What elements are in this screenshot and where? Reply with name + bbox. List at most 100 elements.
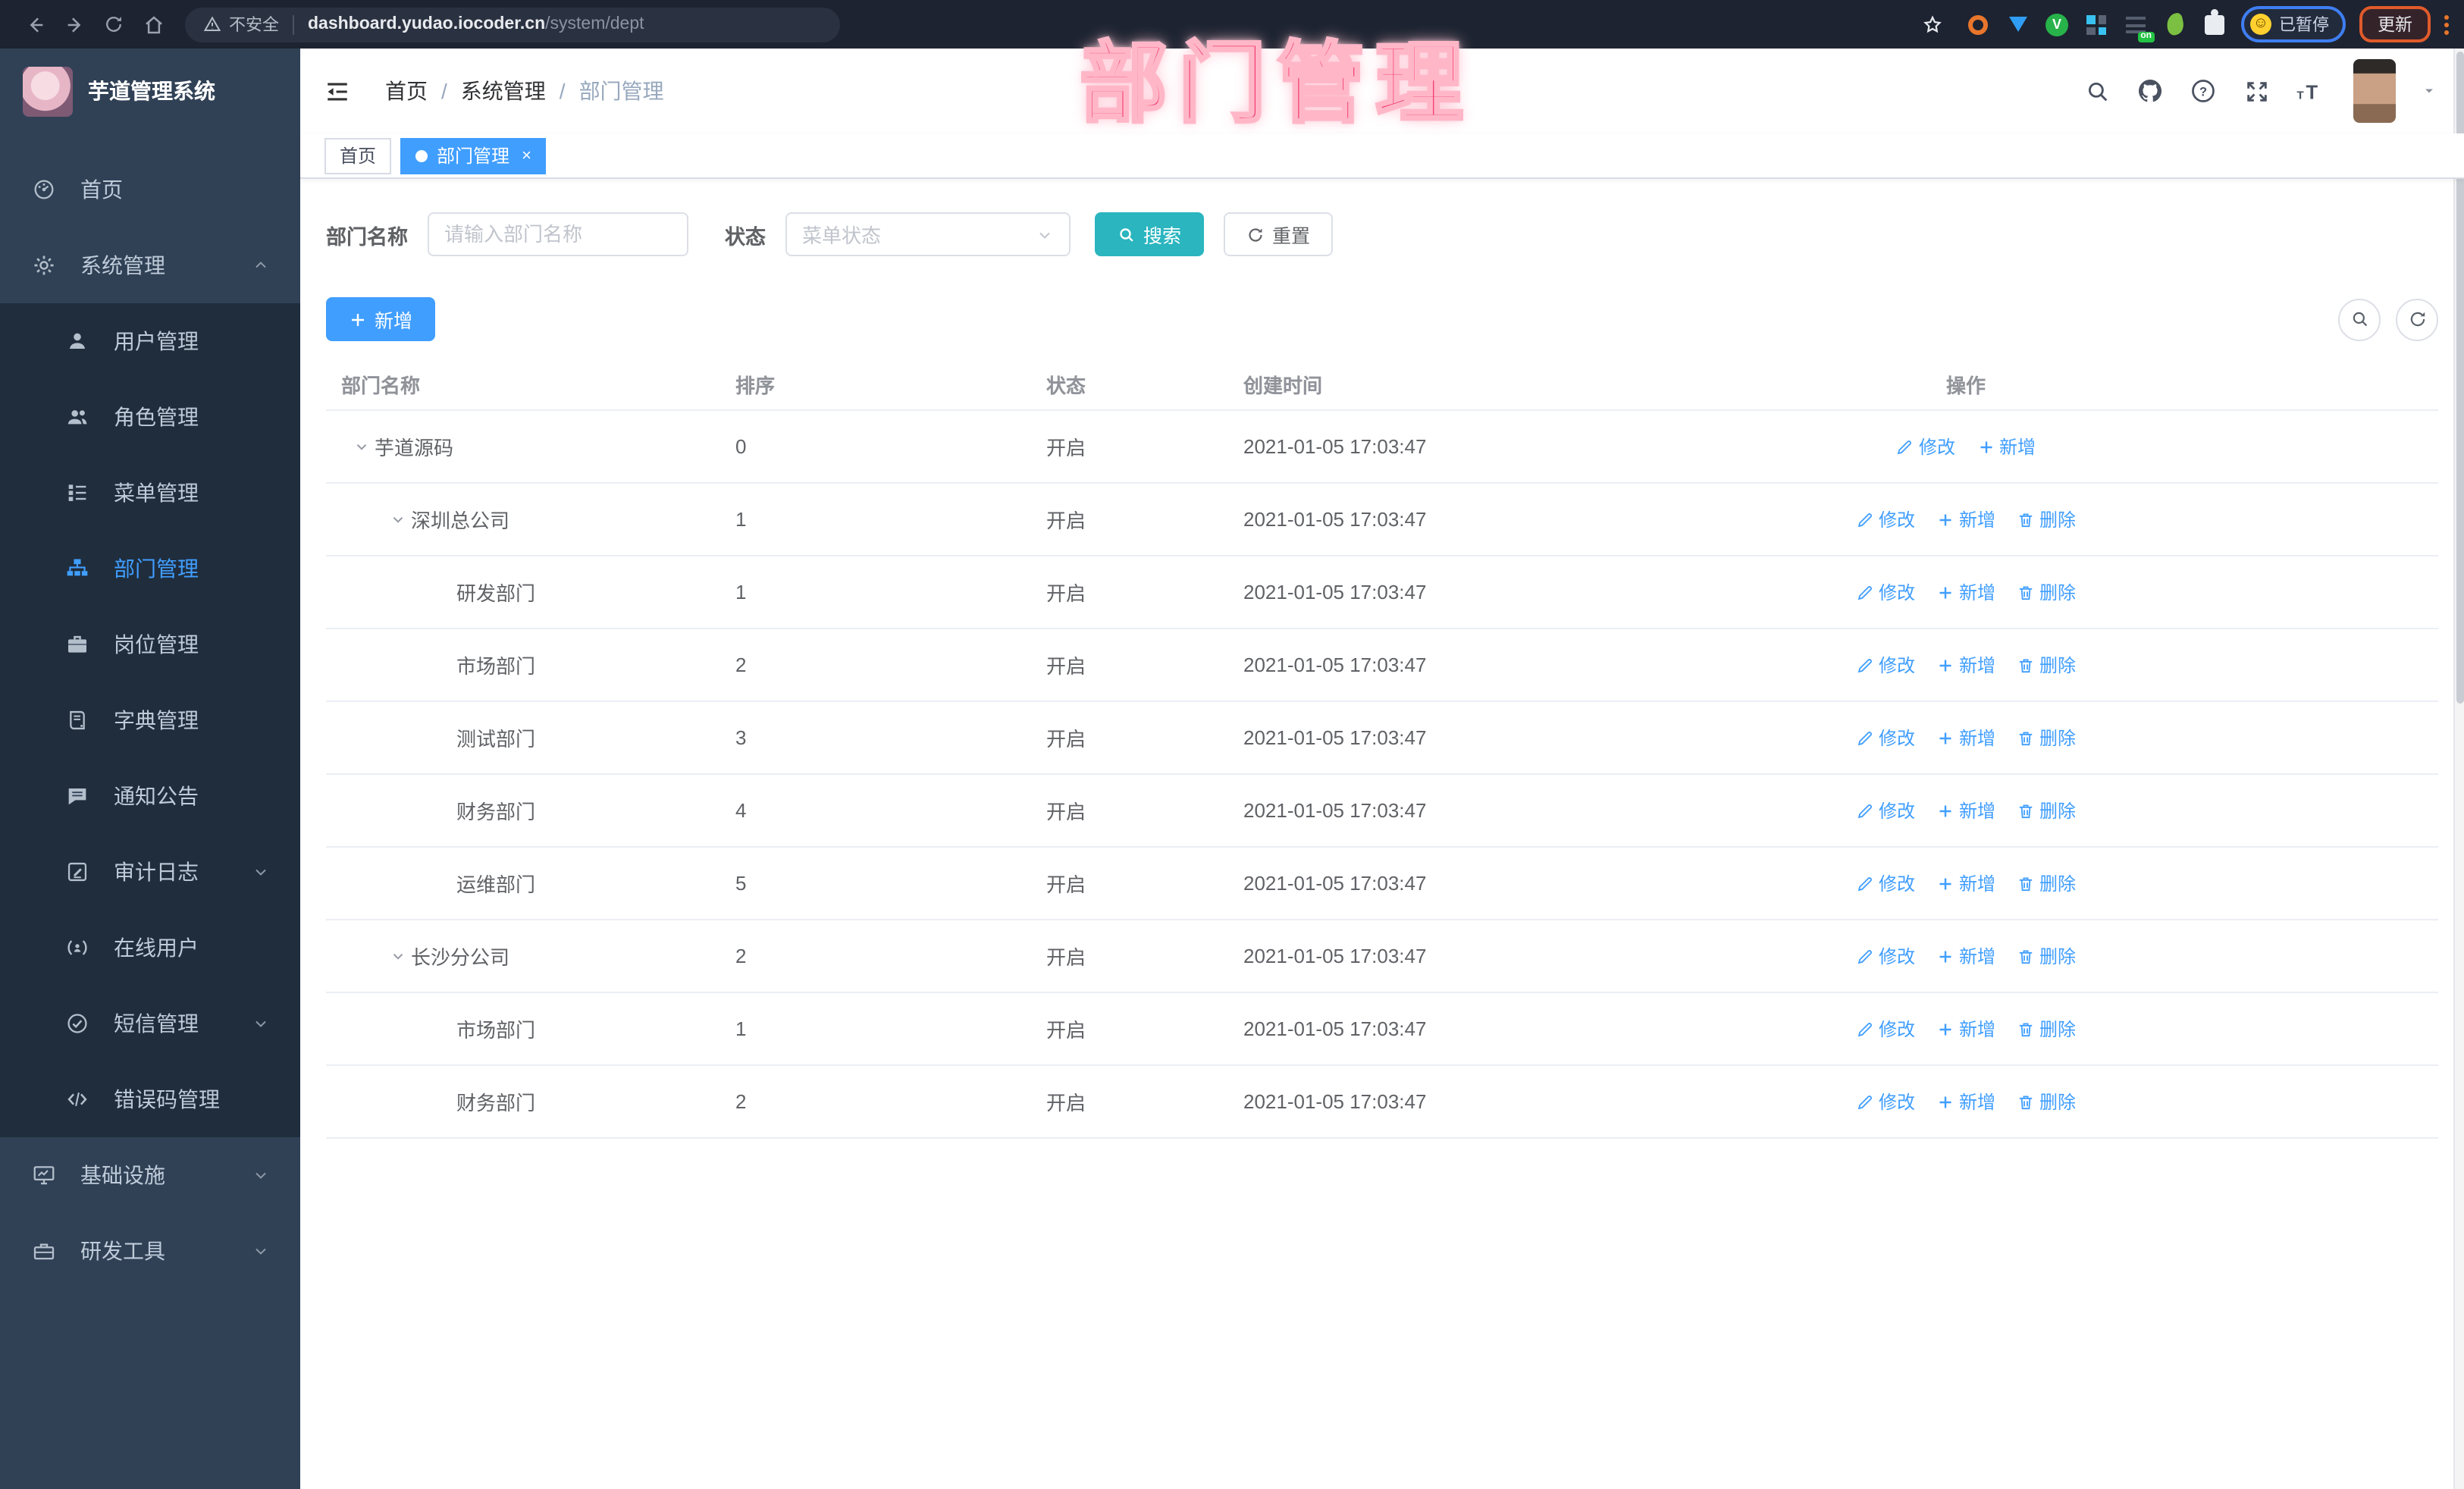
sidebar-item-9[interactable]: 审计日志	[0, 834, 300, 910]
row-action-trash[interactable]: 删除	[2017, 725, 2076, 751]
row-action-plus[interactable]: 新增	[1936, 1089, 1995, 1114]
cell-created: 2021-01-05 17:03:47	[1243, 654, 1427, 676]
sidebar-item-label: 审计日志	[114, 860, 199, 884]
sidebar-item-0[interactable]: 首页	[0, 152, 300, 227]
sidebar-item-8[interactable]: 通知公告	[0, 758, 300, 834]
row-action-plus[interactable]: 新增	[1977, 434, 2036, 459]
row-action-plus[interactable]: 新增	[1936, 798, 1995, 823]
top-navbar: 首页 / 系统管理 / 部门管理 ? T T	[300, 49, 2464, 133]
row-action-plus[interactable]: 新增	[1936, 943, 1995, 969]
fullscreen-icon[interactable]	[2241, 76, 2271, 106]
app-logo-row[interactable]: 芋道管理系统	[0, 49, 300, 133]
ext-blue-drop-icon[interactable]	[2005, 11, 2030, 37]
cell-dept-name: 长沙分公司	[326, 942, 720, 970]
sidebar-item-6[interactable]: 岗位管理	[0, 607, 300, 682]
bookmark-star-icon[interactable]	[1912, 8, 1951, 41]
row-action-trash[interactable]: 删除	[2017, 652, 2076, 678]
tree-expand-icon[interactable]	[347, 438, 375, 455]
tag-label: 部门管理	[437, 146, 510, 167]
row-action-plus[interactable]: 新增	[1936, 725, 1995, 751]
profile-paused-badge[interactable]: ☺ 已暂停	[2241, 6, 2346, 42]
close-icon[interactable]: ×	[522, 146, 531, 165]
window-scrollbar[interactable]	[2453, 49, 2464, 1489]
sidebar-item-4[interactable]: 菜单管理	[0, 455, 300, 531]
security-warning[interactable]: 不安全	[203, 12, 279, 36]
audit-log-icon	[61, 860, 94, 884]
breadcrumb-home[interactable]: 首页	[385, 76, 428, 106]
status-select[interactable]: 菜单状态	[785, 212, 1071, 256]
breadcrumb-system[interactable]: 系统管理	[461, 76, 546, 106]
row-action-plus[interactable]: 新增	[1936, 870, 1995, 896]
row-action-trash[interactable]: 删除	[2017, 943, 2076, 969]
sidebar-item-3[interactable]: 角色管理	[0, 379, 300, 455]
row-action-edit[interactable]: 修改	[1856, 798, 1915, 823]
row-action-trash[interactable]: 删除	[2017, 1089, 2076, 1114]
sidebar-item-13[interactable]: 基础设施	[0, 1137, 300, 1213]
row-action-edit[interactable]: 修改	[1856, 1016, 1915, 1042]
row-action-plus[interactable]: 新增	[1936, 506, 1995, 532]
ext-puzzle-icon[interactable]	[2202, 8, 2227, 37]
search-button[interactable]: 搜索	[1095, 212, 1205, 256]
row-action-trash[interactable]: 删除	[2017, 870, 2076, 896]
sidebar-item-12[interactable]: 错误码管理	[0, 1061, 300, 1137]
row-action-edit[interactable]: 修改	[1856, 943, 1915, 969]
row-action-trash[interactable]: 删除	[2017, 506, 2076, 532]
ext-list-on-icon[interactable]: on	[2123, 11, 2155, 42]
row-action-edit[interactable]: 修改	[1856, 506, 1915, 532]
search-icon[interactable]	[2082, 76, 2112, 106]
table-row: 运维部门 5 开启 2021-01-05 17:03:47 修改 新增 删除	[326, 848, 2438, 920]
show-search-toggle-button[interactable]	[2338, 298, 2381, 340]
avatar-caret-down-icon[interactable]	[2422, 83, 2437, 99]
browser-update-button[interactable]: 更新	[2359, 6, 2431, 42]
row-action-plus[interactable]: 新增	[1936, 652, 1995, 678]
tag-0[interactable]: 首页	[324, 137, 392, 174]
table-row: 芋道源码 0 开启 2021-01-05 17:03:47 修改 新增	[326, 411, 2438, 484]
cell-created: 2021-01-05 17:03:47	[1243, 581, 1427, 603]
row-action-edit[interactable]: 修改	[1856, 652, 1915, 678]
browser-forward-icon[interactable]	[55, 8, 94, 41]
sidebar-item-10[interactable]: 在线用户	[0, 910, 300, 986]
row-action-trash[interactable]: 删除	[2017, 1016, 2076, 1042]
sidebar-item-7[interactable]: 字典管理	[0, 682, 300, 758]
browser-reload-icon[interactable]	[94, 8, 133, 41]
ext-green-check-icon[interactable]: V	[2044, 11, 2070, 37]
row-action-edit[interactable]: 修改	[1856, 725, 1915, 751]
refresh-table-button[interactable]	[2396, 298, 2438, 340]
row-action-trash[interactable]: 删除	[2017, 579, 2076, 605]
cell-status: 开启	[1046, 728, 1086, 751]
github-icon[interactable]	[2135, 76, 2165, 106]
sidebar-fold-icon[interactable]	[324, 74, 358, 108]
user-avatar[interactable]	[2353, 59, 2396, 123]
tag-1-active[interactable]: 部门管理 ×	[400, 137, 547, 174]
help-icon[interactable]: ?	[2188, 76, 2218, 106]
row-action-edit[interactable]: 修改	[1856, 870, 1915, 896]
row-action-plus[interactable]: 新增	[1936, 579, 1995, 605]
address-bar[interactable]: 不安全 dashboard.yudao.iocoder.cn/system/de…	[185, 7, 840, 42]
cell-dept-name: 芋道源码	[326, 432, 720, 461]
row-action-plus[interactable]: 新增	[1936, 1016, 1995, 1042]
sidebar-item-11[interactable]: 短信管理	[0, 986, 300, 1061]
cell-sort: 4	[735, 799, 747, 822]
sidebar-item-14[interactable]: 研发工具	[0, 1213, 300, 1289]
sidebar-item-1[interactable]: 系统管理	[0, 227, 300, 303]
url-host: dashboard.yudao.iocoder.cn	[308, 15, 546, 33]
browser-menu-icon[interactable]	[2444, 14, 2449, 34]
tree-expand-icon[interactable]	[384, 511, 411, 528]
row-action-edit[interactable]: 修改	[1856, 1089, 1915, 1114]
font-size-icon[interactable]: TT	[2294, 76, 2324, 106]
dept-name-input[interactable]	[428, 212, 688, 256]
browser-back-icon[interactable]	[15, 8, 55, 41]
sidebar-item-2[interactable]: 用户管理	[0, 303, 300, 379]
row-action-edit[interactable]: 修改	[1856, 579, 1915, 605]
add-button[interactable]: 新增	[326, 297, 436, 341]
sidebar-item-5-active[interactable]: 部门管理	[0, 531, 300, 607]
browser-home-icon[interactable]	[133, 8, 173, 41]
page-url[interactable]: dashboard.yudao.iocoder.cn/system/dept	[308, 15, 644, 33]
ext-green-leaf-icon[interactable]	[2162, 11, 2188, 37]
ext-blue-grid-icon[interactable]	[2083, 11, 2109, 37]
reset-button[interactable]: 重置	[1224, 212, 1334, 256]
ext-orange-ring-icon[interactable]	[1965, 11, 1991, 37]
row-action-trash[interactable]: 删除	[2017, 798, 2076, 823]
tree-expand-icon[interactable]	[384, 948, 411, 964]
row-action-edit[interactable]: 修改	[1896, 434, 1955, 459]
